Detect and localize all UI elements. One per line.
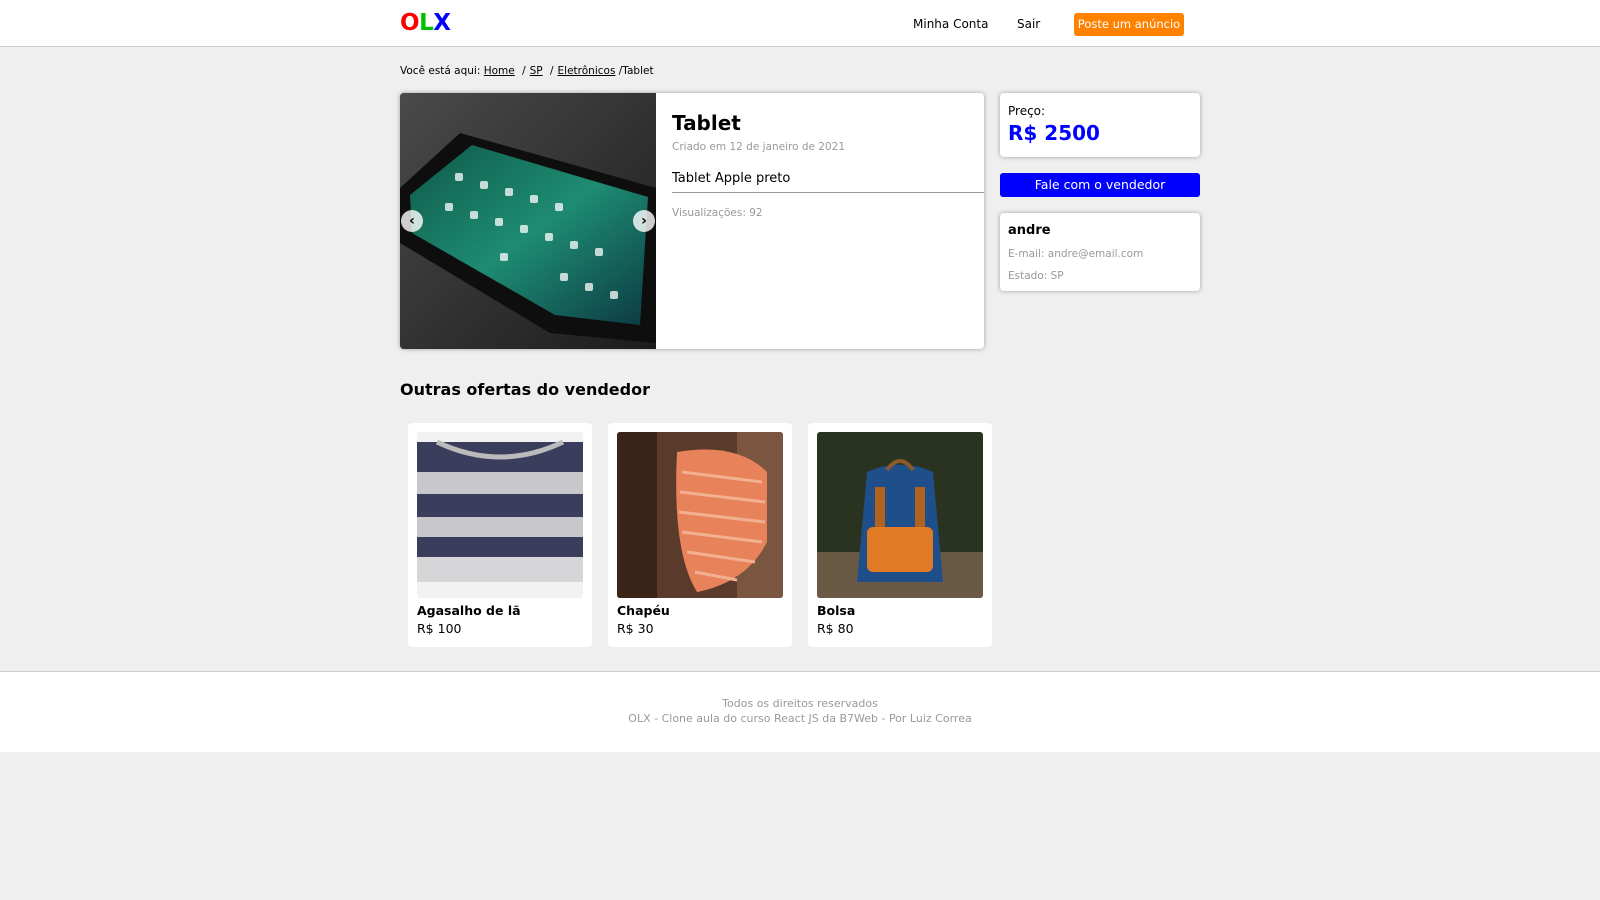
product-description: Tablet Apple preto	[672, 171, 984, 193]
offer-price: R$ 30	[617, 621, 654, 636]
offer-card-sweater[interactable]: Agasalho de lã R$ 100	[408, 423, 592, 647]
price-value: R$ 2500	[1008, 121, 1100, 145]
offer-card-hat[interactable]: Chapéu R$ 30	[608, 423, 792, 647]
breadcrumb-state-link[interactable]: SP	[530, 65, 543, 77]
breadcrumb-separator: /	[522, 65, 526, 77]
hat-photo	[617, 432, 783, 598]
product-created-date: Criado em 12 de janeiro de 2021	[672, 141, 846, 153]
my-account-link[interactable]: Minha Conta	[913, 17, 988, 31]
tablet-photo-icon	[400, 93, 656, 349]
product-views: Visualizações: 92	[672, 207, 763, 219]
offer-price: R$ 100	[417, 621, 462, 636]
contact-seller-button[interactable]: Fale com o vendedor	[1000, 173, 1200, 197]
price-box: Preço: R$ 2500	[1000, 93, 1200, 157]
breadcrumb-home-link[interactable]: Home	[484, 65, 515, 77]
breadcrumb-current: /Tablet	[618, 65, 654, 77]
sweater-photo	[417, 432, 583, 598]
offer-title: Chapéu	[617, 603, 670, 618]
product-box: ‹ › Tablet Criado em 12 de janeiro de 20…	[400, 93, 984, 349]
logo-letter-x: X	[433, 10, 451, 36]
offer-price: R$ 80	[817, 621, 854, 636]
footer-rights: Todos os direitos reservados	[722, 697, 878, 710]
breadcrumb-separator: /	[549, 65, 554, 77]
seller-state: Estado: SP	[1008, 270, 1064, 282]
seller-box: andre E-mail: andre@email.com Estado: SP	[1000, 213, 1200, 291]
footer-credits: OLX - Clone aula do curso React JS da B7…	[628, 712, 972, 725]
logo-letter-o: O	[400, 10, 420, 36]
seller-email: E-mail: andre@email.com	[1008, 248, 1144, 260]
logout-link[interactable]: Sair	[1017, 17, 1040, 31]
seller-name: andre	[1008, 223, 1051, 238]
offer-card-backpack[interactable]: Bolsa R$ 80	[808, 423, 992, 647]
footer: Todos os direitos reservados OLX - Clone…	[0, 671, 1600, 752]
breadcrumb: Você está aqui: Home / SP / Eletrônicos /T…	[400, 65, 654, 77]
logo-letter-l: L	[419, 10, 434, 36]
breadcrumb-prefix: Você está aqui:	[400, 65, 481, 77]
header: OLX Minha Conta Sair Poste um anúncio	[0, 0, 1600, 47]
post-ad-button[interactable]: Poste um anúncio	[1074, 13, 1184, 36]
breadcrumb-category-link[interactable]: Eletrônicos	[558, 65, 616, 77]
chevron-right-icon[interactable]: ›	[633, 210, 655, 232]
backpack-photo	[817, 432, 983, 598]
olx-logo[interactable]: OLX	[400, 10, 451, 36]
offer-title: Agasalho de lã	[417, 603, 521, 618]
offer-title: Bolsa	[817, 603, 856, 618]
chevron-left-icon[interactable]: ‹	[401, 210, 423, 232]
product-title: Tablet	[672, 111, 741, 135]
other-offers-title: Outras ofertas do vendedor	[400, 380, 650, 399]
price-label: Preço:	[1008, 104, 1046, 118]
product-photo: ‹ ›	[400, 93, 656, 349]
